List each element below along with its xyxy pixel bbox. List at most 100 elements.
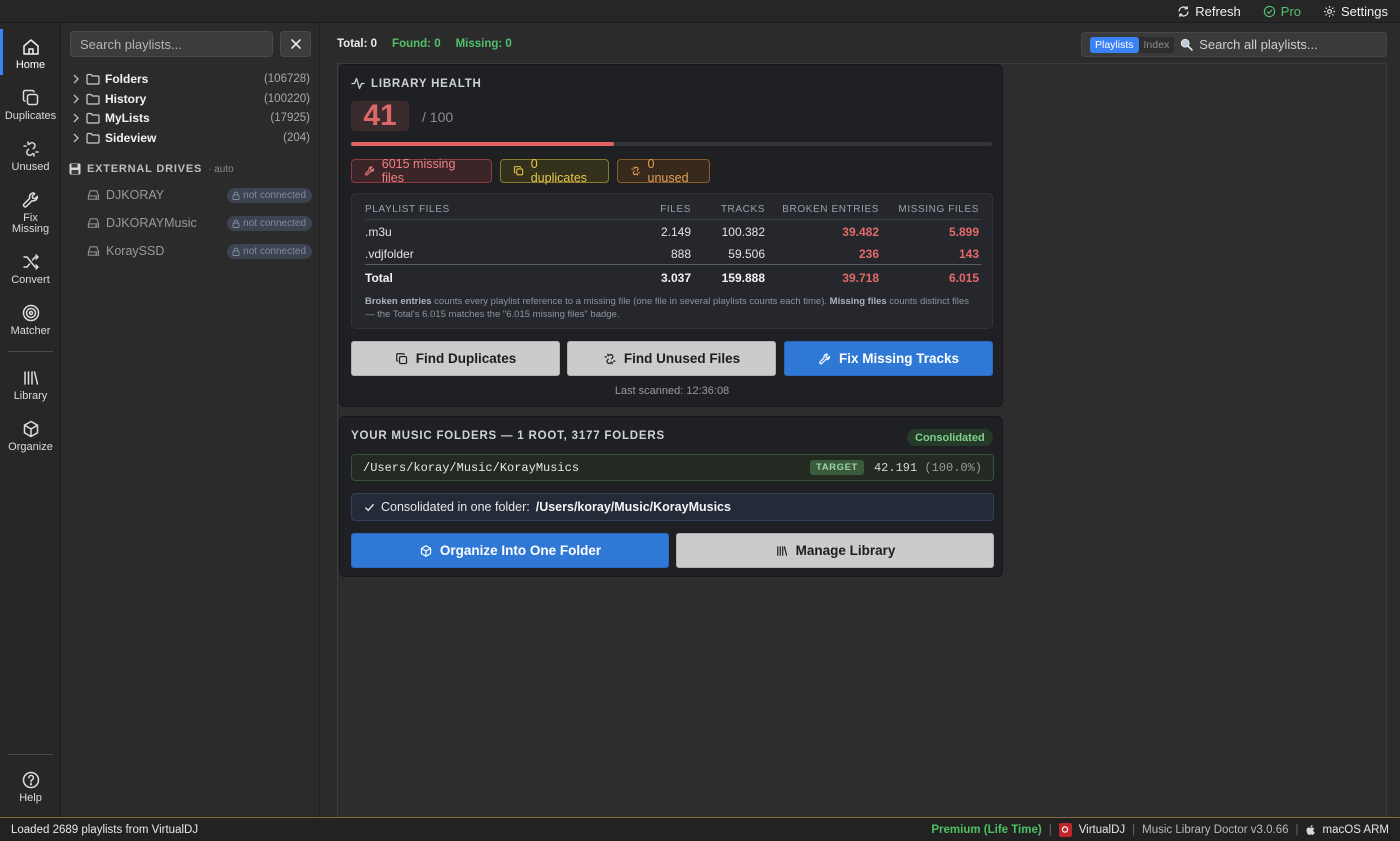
nav-matcher[interactable]: Matcher [0,303,61,337]
duplicates-badge[interactable]: 0 duplicates [500,157,609,185]
status-separator: | [1295,823,1299,836]
fix-missing-tracks-button[interactable]: Fix Missing Tracks [784,341,993,376]
tree-item-label: Folders [105,72,149,86]
tree-item-mylists[interactable]: MyLists (17925) [72,109,310,127]
app-version: Music Library Doctor v3.0.66 [1142,823,1289,836]
table-cell: 888 [670,247,691,261]
lock-icon [232,219,240,228]
tree-item-count: (106728) [263,73,310,85]
table-cell: 59.506 [728,247,765,261]
chevron-right-icon[interactable] [72,113,86,123]
top-toolbar: Refresh Pro Settings [0,0,1400,23]
nav-unused[interactable]: Unused [0,139,61,173]
nav-help-label: Help [19,792,42,804]
nav-fix-missing[interactable]: Fix Missing [0,190,61,235]
folder-icon [86,132,105,144]
table-total-cell: 39.718 [842,271,879,285]
target-icon [22,304,39,322]
folder-icon [86,93,105,105]
wrench-icon [22,192,38,208]
consolidated-path: /Users/koray/Music/KorayMusics [535,500,731,514]
search-icon [1181,38,1193,51]
table-divider [365,219,981,220]
nav-unused-label: Unused [11,161,50,173]
health-progress-bar [351,142,993,146]
music-folder-row[interactable]: /Users/koray/Music/KorayMusics TARGET 42… [351,454,994,481]
search-scope-index[interactable]: Index [1139,37,1175,53]
global-search-input[interactable] [1199,37,1380,52]
nav-duplicates[interactable]: Duplicates [0,88,61,122]
help-icon [22,771,39,789]
floppy-disk-icon [69,163,81,175]
status-message: Loaded 2689 playlists from VirtualDJ [11,823,199,836]
chevron-right-icon[interactable] [72,74,86,84]
status-bar: Loaded 2689 playlists from VirtualDJ Pre… [0,817,1400,841]
table-total-cell: 6.015 [948,271,979,285]
stat-total: Total: 0 [337,38,378,50]
footnote-text: counts every playlist reference to a mis… [431,296,830,307]
hard-drive-icon [87,246,100,256]
shuffle-icon [22,254,39,270]
library-health-card: LIBRARY HEALTH 41 / 100 6015 missing fil… [339,64,1003,407]
stat-found: Found: 0 [392,38,441,50]
nav-organize-label: Organize [8,441,53,453]
drive-item-djkoray[interactable]: DJKORAY not connected [87,186,312,204]
license-status: Premium (Life Time) [931,823,1042,836]
drive-status-text: not connected [243,189,306,201]
playlist-search-input[interactable] [70,31,273,57]
nav-convert-label: Convert [11,274,50,286]
playlist-files-table: PLAYLIST FILES FILES TRACKS BROKEN ENTRI… [351,193,993,329]
search-scope-playlists[interactable]: Playlists [1090,36,1139,53]
manage-library-button[interactable]: Manage Library [676,533,994,568]
refresh-button[interactable]: Refresh [1177,4,1241,19]
left-nav: Home Duplicates Unused Fix Missing Conve… [0,23,61,817]
nav-library-label: Library [13,390,48,402]
nav-matcher-label: Matcher [10,325,51,337]
table-footnote: Broken entries counts every playlist ref… [365,295,975,321]
table-cell: 5.899 [948,225,979,239]
table-total-cell: 3.037 [660,271,691,285]
find-duplicates-button[interactable]: Find Duplicates [351,341,560,376]
tree-item-folders[interactable]: Folders (106728) [72,70,310,88]
chevron-right-icon[interactable] [72,133,86,143]
unused-badge[interactable]: 0 unused [617,157,710,185]
tree-item-label: History [105,92,147,106]
missing-files-badge[interactable]: 6015 missing files [351,157,492,185]
hard-drive-icon [87,190,100,200]
table-header: PLAYLIST FILES [365,204,450,215]
folder-icon [86,73,105,85]
nav-home[interactable]: Home [0,29,61,75]
close-icon [290,39,301,49]
nav-help[interactable]: Help [0,770,61,804]
organize-into-one-folder-button[interactable]: Organize Into One Folder [351,533,669,568]
library-icon [776,545,787,556]
nav-divider-bottom [8,754,53,755]
table-cell: .vdjfolder [365,247,414,261]
chevron-right-icon[interactable] [72,94,86,104]
settings-button[interactable]: Settings [1323,4,1388,19]
tree-item-sideview[interactable]: Sideview (204) [72,129,310,147]
lock-icon [232,191,240,200]
table-total-cell: Total [365,271,393,285]
tree-item-history[interactable]: History (100220) [72,90,310,108]
nav-divider [8,351,53,352]
pro-button[interactable]: Pro [1263,4,1301,19]
table-cell: 2.149 [660,225,691,239]
consolidated-info-row: Consolidated in one folder: /Users/koray… [351,493,994,521]
activity-icon [351,77,365,90]
health-progress-fill [351,142,615,146]
package-icon [23,420,38,438]
lock-icon [232,247,240,256]
clear-search-button[interactable] [280,31,311,57]
check-icon [365,503,374,511]
nav-organize[interactable]: Organize [0,419,61,453]
duplicates-badge-label: 0 duplicates [530,157,588,185]
external-drives-header: EXTERNAL DRIVES · auto [69,163,234,175]
drive-name: DJKORAYMusic [106,216,197,230]
library-health-header: LIBRARY HEALTH [351,77,482,90]
nav-convert[interactable]: Convert [0,252,61,286]
drive-item-koraysd[interactable]: KoraySSD not connected [87,242,312,260]
find-unused-files-button[interactable]: Find Unused Files [567,341,776,376]
drive-item-djkoraymusic[interactable]: DJKORAYMusic not connected [87,214,312,232]
nav-library[interactable]: Library [0,368,61,402]
